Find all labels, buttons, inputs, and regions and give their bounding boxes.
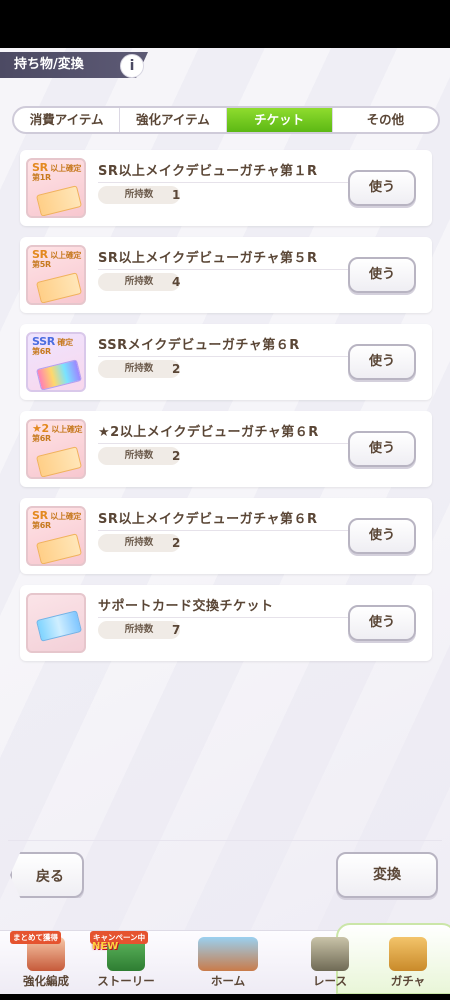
gacha-ticket-icon: SR 以上確定 第5R	[26, 245, 86, 305]
qty-label: 所持数	[98, 534, 180, 552]
qty-label: 所持数	[98, 186, 180, 204]
icon-round: 第1R	[32, 173, 51, 182]
qty-value: 7	[172, 623, 181, 637]
nav-label: ガチャ	[390, 974, 426, 988]
status-bar	[0, 0, 450, 48]
nav-label: ホーム	[210, 974, 246, 988]
use-button[interactable]: 使う	[348, 431, 416, 467]
nav-gacha[interactable]: ガチャ	[370, 931, 446, 995]
tab-other[interactable]: その他	[333, 108, 438, 132]
icon-guarantee: 以上確定	[50, 512, 82, 521]
list-item: SR 以上確定 第1R SR以上メイクデビューガチャ第１R 所持数 1 使う	[20, 150, 432, 226]
nav-badge: まとめて獲得	[10, 931, 61, 944]
icon-guarantee: 以上確定	[50, 251, 82, 260]
ticket-shape	[35, 610, 83, 642]
gacha-ticket-icon: ★2 以上確定 第6R	[26, 419, 86, 479]
icon-guarantee: 確定	[57, 338, 73, 347]
icon-round: 第6R	[32, 434, 51, 443]
tab-ticket[interactable]: チケット	[226, 108, 333, 132]
support-card-ticket-icon	[26, 593, 86, 653]
use-button[interactable]: 使う	[348, 257, 416, 293]
divider	[98, 269, 358, 270]
use-button[interactable]: 使う	[348, 518, 416, 554]
back-button[interactable]: 戻る	[10, 852, 84, 898]
gacha-icon	[389, 937, 427, 971]
divider	[98, 182, 358, 183]
qty-label: 所持数	[98, 273, 180, 291]
icon-round: 第6R	[32, 521, 51, 530]
ticket-shape	[35, 533, 83, 564]
list-item: SR 以上確定 第6R SR以上メイクデビューガチャ第６R 所持数 2 使う	[20, 498, 432, 574]
nav-story[interactable]: キャンペーン中 NEW ストーリー	[86, 931, 166, 995]
ticket-list: SR 以上確定 第1R SR以上メイクデビューガチャ第１R 所持数 1 使う SR…	[20, 150, 432, 672]
qty-value: 2	[172, 449, 181, 463]
new-badge: NEW	[92, 941, 119, 952]
nav-race[interactable]: レース	[290, 931, 370, 995]
qty-value: 1	[172, 188, 181, 202]
nav-home[interactable]: ホーム	[168, 923, 450, 995]
use-button[interactable]: 使う	[348, 344, 416, 380]
ticket-shape	[35, 272, 83, 303]
icon-guarantee: 以上確定	[50, 164, 82, 173]
qty-label: 所持数	[98, 621, 180, 639]
list-item: SR 以上確定 第5R SR以上メイクデビューガチャ第５R 所持数 4 使う	[20, 237, 432, 313]
tab-consumable[interactable]: 消費アイテム	[14, 108, 121, 132]
qty-label: 所持数	[98, 360, 180, 378]
tab-enhance[interactable]: 強化アイテム	[120, 108, 227, 132]
qty-value: 4	[172, 275, 181, 289]
item-name: サポートカード交換チケット	[98, 599, 274, 614]
gacha-ticket-icon: SSR 確定 第6R	[26, 332, 86, 392]
item-name: ★2以上メイクデビューガチャ第６R	[98, 425, 319, 440]
divider	[98, 443, 358, 444]
divider	[8, 840, 442, 841]
qty-value: 2	[172, 362, 181, 376]
use-button[interactable]: 使う	[348, 170, 416, 206]
gacha-ticket-icon: SR 以上確定 第6R	[26, 506, 86, 566]
ticket-shape	[35, 446, 83, 477]
icon-round: 第6R	[32, 347, 51, 356]
exchange-button[interactable]: 変換	[336, 852, 438, 898]
school-building-icon	[198, 937, 258, 971]
back-button-label: 戻る	[36, 869, 64, 885]
bottom-nav: まとめて獲得 強化編成 キャンペーン中 NEW ストーリー ホーム レース ガチ…	[0, 923, 450, 995]
icon-round: 第5R	[32, 260, 51, 269]
info-icon[interactable]: i	[120, 54, 144, 78]
item-name: SR以上メイクデビューガチャ第１R	[98, 164, 318, 179]
nav-label: ストーリー	[97, 974, 155, 988]
category-tabs: 消費アイテム 強化アイテム チケット その他	[12, 106, 440, 134]
gacha-ticket-icon: SR 以上確定 第1R	[26, 158, 86, 218]
list-item: SSR 確定 第6R SSRメイクデビューガチャ第６R 所持数 2 使う	[20, 324, 432, 400]
nav-label: 強化編成	[23, 974, 69, 988]
ticket-shape	[35, 185, 83, 216]
list-item: サポートカード交換チケット 所持数 7 使う	[20, 585, 432, 661]
list-item: ★2 以上確定 第6R ★2以上メイクデビューガチャ第６R 所持数 2 使う	[20, 411, 432, 487]
qty-value: 2	[172, 536, 181, 550]
system-bar	[0, 994, 450, 1000]
ticket-shape	[35, 359, 83, 390]
item-name: SR以上メイクデビューガチャ第６R	[98, 512, 318, 527]
item-name: SSRメイクデビューガチャ第６R	[98, 338, 300, 353]
nav-label: レース	[313, 974, 347, 988]
divider	[98, 617, 358, 618]
nav-training[interactable]: まとめて獲得 強化編成	[6, 931, 86, 995]
race-gate-icon	[311, 937, 349, 971]
use-button[interactable]: 使う	[348, 605, 416, 641]
divider	[98, 356, 358, 357]
qty-label: 所持数	[98, 447, 180, 465]
item-name: SR以上メイクデビューガチャ第５R	[98, 251, 318, 266]
divider	[98, 530, 358, 531]
icon-guarantee: 以上確定	[51, 425, 83, 434]
